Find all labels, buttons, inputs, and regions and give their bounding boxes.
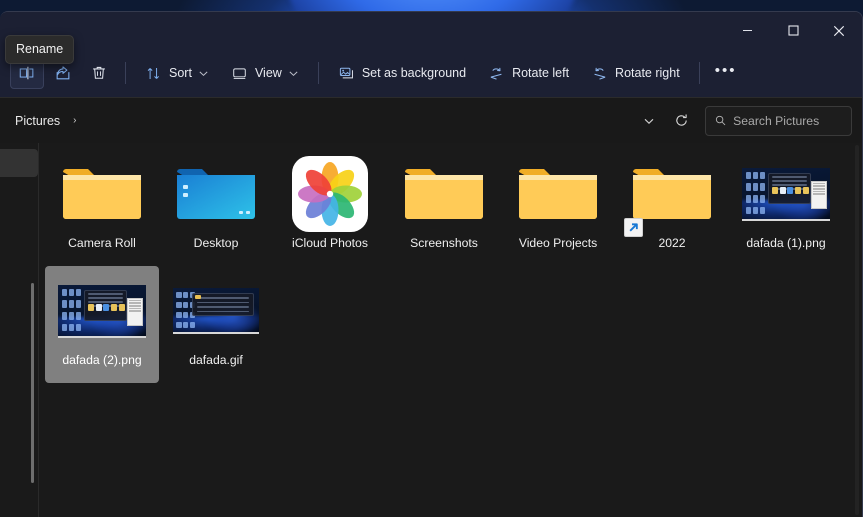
file-item-label: Video Projects (518, 236, 598, 250)
nav-item-0[interactable] (0, 149, 38, 177)
navigation-pane[interactable]: EN- ers) N-G (0, 143, 39, 517)
previous-locations-button[interactable] (633, 106, 665, 136)
rotate-right-label: Rotate right (615, 66, 680, 80)
nav-spacer-2 (0, 221, 38, 237)
thumbnail (399, 155, 489, 233)
address-bar: Pictures › (0, 97, 862, 143)
nav-item-2[interactable]: ers) (0, 237, 38, 265)
file-list-view[interactable]: Camera Roll Desktop iCloud Photos Screen… (39, 143, 862, 517)
folder-icon (405, 169, 483, 219)
search-icon (715, 115, 726, 126)
breadcrumb-chevron-icon[interactable]: › (71, 112, 78, 129)
file-item-desktop[interactable]: Desktop (159, 149, 273, 266)
file-item-2022[interactable]: 2022 (615, 149, 729, 266)
sort-button[interactable]: Sort (135, 57, 219, 89)
thumbnail (741, 155, 831, 233)
title-bar (0, 12, 862, 49)
file-item-camera-roll[interactable]: Camera Roll (45, 149, 159, 266)
breadcrumb[interactable]: Pictures › (10, 106, 633, 136)
sort-icon (147, 67, 159, 79)
set-as-background-icon (339, 67, 353, 78)
rotate-left-icon (490, 67, 502, 80)
file-item-label: Camera Roll (68, 236, 136, 250)
thumbnail (57, 155, 147, 233)
thumbnail (285, 155, 375, 233)
file-explorer-window: Rename Sort View Set as background Rotat… (0, 11, 863, 517)
folder-icon (63, 169, 141, 219)
file-item-icloud-photos[interactable]: iCloud Photos (273, 149, 387, 266)
file-item-dafada-1-png[interactable]: dafada (1).png (729, 149, 843, 266)
view-button[interactable]: View (221, 57, 309, 89)
toolbar-divider-2 (317, 62, 319, 84)
rename-icon (19, 66, 34, 80)
nav-spacer-3 (0, 265, 38, 281)
thumbnail (171, 272, 261, 350)
chevron-down-icon (289, 70, 298, 76)
file-item-dafada-gif[interactable]: dafada.gif (159, 266, 273, 383)
file-item-label: dafada (2).png (62, 353, 142, 367)
file-item-label: dafada (1).png (746, 236, 826, 250)
nav-item-1[interactable]: EN- (0, 193, 38, 221)
sort-label: Sort (169, 66, 192, 80)
view-label: View (254, 66, 282, 80)
image-thumbnail (58, 284, 146, 338)
folder-icon (519, 169, 597, 219)
file-item-label: dafada.gif (189, 353, 243, 367)
close-button[interactable] (816, 12, 862, 49)
share-icon (56, 66, 70, 80)
command-bar: Sort View Set as background Rotate left … (0, 49, 862, 97)
refresh-button[interactable] (665, 106, 697, 136)
window-controls (724, 12, 862, 49)
toolbar-divider-1 (125, 62, 126, 84)
thumbnail (513, 155, 603, 233)
explorer-body: EN- ers) N-G (0, 143, 862, 517)
file-item-label: iCloud Photos (292, 236, 368, 250)
chevron-down-icon (199, 70, 208, 76)
ellipsis-icon: ••• (714, 62, 737, 79)
refresh-icon (675, 114, 687, 126)
rotate-left-button[interactable]: Rotate left (478, 57, 579, 89)
rename-tooltip: Rename (5, 35, 75, 64)
gif-thumbnail (173, 288, 259, 334)
icloud-photos-icon (292, 156, 368, 232)
address-bar-buttons (633, 106, 697, 136)
file-item-label: Desktop (193, 236, 239, 250)
thumbnail (171, 155, 261, 233)
see-more-button[interactable]: ••• (709, 57, 743, 89)
file-grid: Camera Roll Desktop iCloud Photos Screen… (39, 143, 862, 383)
search-input[interactable] (733, 113, 842, 128)
rotate-right-icon (594, 67, 606, 80)
file-item-label: Screenshots (410, 236, 478, 250)
set-as-background-button[interactable]: Set as background (328, 57, 476, 89)
search-box[interactable] (705, 105, 852, 136)
content-scrollbar[interactable] (855, 145, 859, 515)
navigation-pane-scrollbar[interactable] (31, 283, 34, 483)
toolbar-divider-3 (698, 62, 700, 84)
minimize-button[interactable] (724, 12, 770, 49)
file-item-video-projects[interactable]: Video Projects (501, 149, 615, 266)
delete-button[interactable] (82, 57, 116, 89)
breadcrumb-item-pictures[interactable]: Pictures (10, 111, 65, 131)
thumbnail (57, 272, 147, 350)
image-thumbnail (742, 167, 830, 221)
folder-desktop-icon (177, 169, 255, 219)
file-item-screenshots[interactable]: Screenshots (387, 149, 501, 266)
breadcrumb-list: Pictures › (10, 111, 633, 131)
chevron-down-icon (644, 118, 654, 124)
file-item-dafada-2-png[interactable]: dafada (2).png (45, 266, 159, 383)
rotate-left-label: Rotate left (512, 66, 570, 80)
nav-spacer-1 (0, 177, 38, 193)
trash-icon (93, 66, 105, 79)
shortcut-arrow-icon (624, 218, 643, 237)
thumbnail (624, 155, 717, 237)
file-item-label: 2022 (658, 236, 686, 250)
rotate-right-button[interactable]: Rotate right (581, 57, 690, 89)
maximize-button[interactable] (770, 12, 816, 49)
set-as-background-label: Set as background (361, 66, 467, 80)
view-icon (233, 67, 246, 79)
